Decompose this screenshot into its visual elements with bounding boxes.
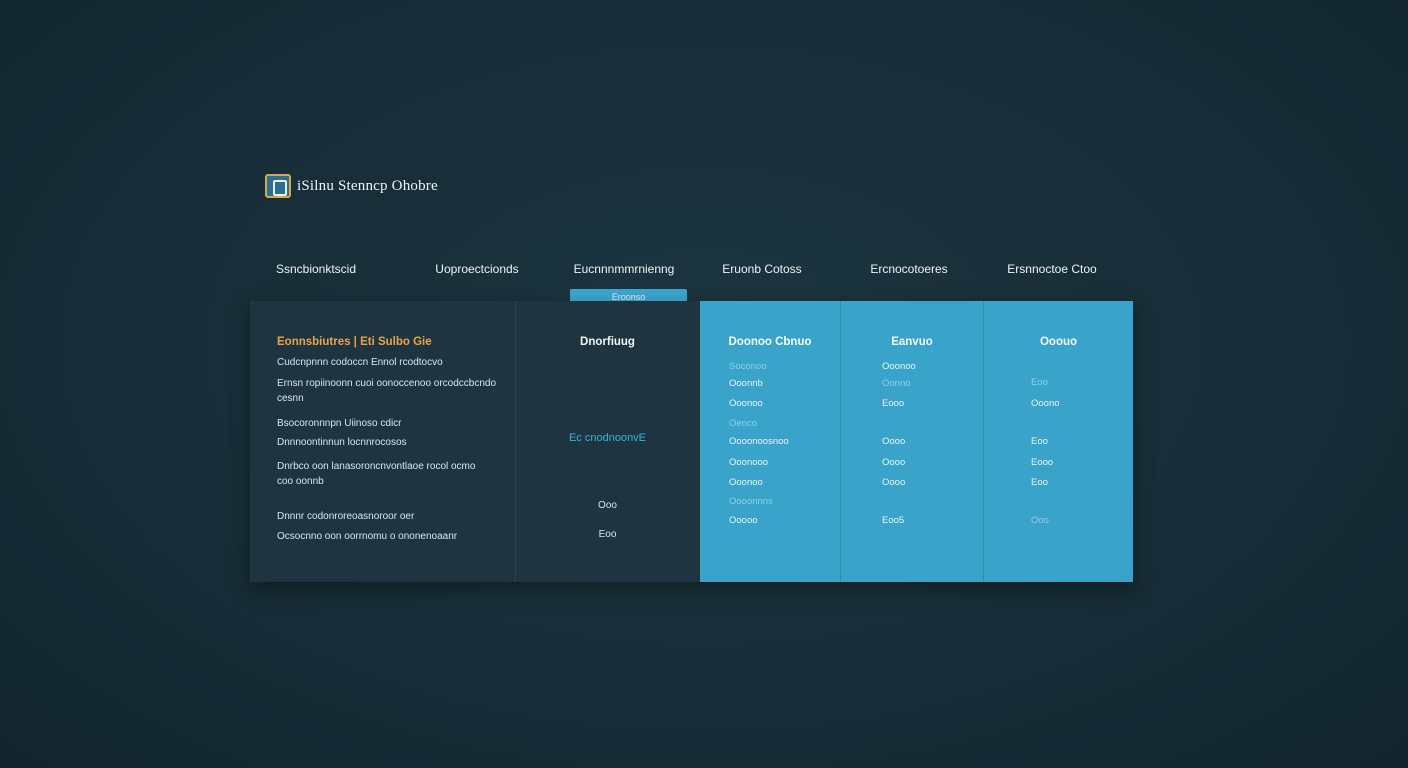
plan-name: Dnorfiuug (580, 336, 635, 348)
app-logo-icon (265, 174, 291, 198)
plan-name: Doonoo Cbnuo (728, 336, 812, 348)
comparison-table: Eonnsbiutres | Eti Sulbo Gie Cudcnpnnn c… (250, 301, 1133, 582)
plan-column-2[interactable]: Eanvuo Ooonoo Oonno Eooo Oooo Oooo Oooo … (840, 301, 983, 582)
plan-name: Eanvuo (891, 336, 933, 348)
plan-cell: Ooonooo (729, 457, 769, 468)
tab-1[interactable]: Ssncbionktscid (276, 262, 356, 276)
plan-cell: Eoo5 (882, 515, 905, 526)
plan-cell: Oooo (882, 457, 906, 468)
app-title: iSilnu Stenncp Ohobre (297, 177, 438, 194)
plan-cell: Ooonoo (882, 361, 916, 372)
feature-item: Dnnnr codonroreoasnoroor oer (277, 511, 415, 522)
plan-cell: Oooonnns (729, 496, 773, 507)
plan-cell: Oenco (729, 418, 757, 429)
plan-cell: Ooo (1031, 515, 1049, 526)
plan-column-1[interactable]: Doonoo Cbnuo Soconoo Ooonnb Ooonoo Oenco… (700, 301, 840, 582)
feature-item: Ernsn ropiinoonn cuoi oonoccenoo orcodcc… (277, 378, 497, 404)
plan-highlight: Ec cnodnoonvE (515, 432, 700, 444)
tab-5[interactable]: Ercnocotoeres (870, 262, 947, 276)
feature-item: Cudcnpnnn codoccn Ennol rcodtocvo (277, 357, 443, 368)
feature-item: Dnrbco oon lanasoroncnvontlaoe rocol ocm… (277, 461, 476, 487)
tab-2[interactable]: Uoproectcionds (435, 262, 518, 276)
plan-value: Eoo (598, 529, 617, 540)
feature-item: Ocsocnno oon oorrnomu o ononenoaanr (277, 531, 458, 542)
column-tabs: Ssncbionktscid Uoproectcionds Eucnnnmmrn… (0, 262, 1408, 282)
plan-cell: Oooonoosnoo (729, 436, 789, 447)
plan-cell: Ooonnb (729, 378, 763, 389)
feature-item: Dnnnoontinnun locnnrocosos (277, 437, 407, 448)
plan-column-basic[interactable]: Dnorfiuug Ec cnodnoonvE Ooo Eoo (515, 301, 700, 582)
features-panel: Eonnsbiutres | Eti Sulbo Gie Cudcnpnnn c… (250, 301, 700, 582)
tab-4[interactable]: Eruonb Cotoss (722, 262, 801, 276)
tab-3[interactable]: Eucnnnmmrnienng (574, 262, 675, 276)
plan-name: Ooouo (1039, 336, 1078, 348)
feature-list: Eonnsbiutres | Eti Sulbo Gie Cudcnpnnn c… (277, 336, 507, 542)
plan-cell: Eoo (1031, 477, 1048, 488)
plan-cell: Oooo (882, 477, 906, 488)
feature-item: Bsocoronnnpn Uiinoso cdicr (277, 418, 402, 429)
plan-cell: Ooonoo (729, 477, 763, 488)
plan-cell: Eooo (1031, 457, 1054, 468)
highlight-accent: nvE (627, 432, 647, 444)
plan-cell: Eooo (882, 398, 905, 409)
plan-column-3[interactable]: Ooouo Eoo Ooono Eoo Eooo Eoo Ooo (983, 301, 1133, 582)
plan-cell: Soconoo (729, 361, 767, 372)
tab-6[interactable]: Ersnnoctoe Ctoo (1007, 262, 1096, 276)
app-header: iSilnu Stenncp Ohobre (265, 174, 438, 198)
highlight-text: Ec cnodnoo (568, 432, 628, 444)
plan-cell: Ooonoo (729, 398, 763, 409)
feature-heading: Eonnsbiutres | Eti Sulbo Gie (277, 336, 432, 348)
plan-cell: Ooono (1031, 398, 1060, 409)
plan-cell: Eoo (1031, 436, 1048, 447)
plan-cell: Oonno (882, 378, 911, 389)
plan-cell: Oooo (882, 436, 906, 447)
plan-cell: Ooooo (729, 515, 758, 526)
plan-value: Ooo (598, 500, 617, 511)
plan-cell: Eoo (1031, 377, 1048, 388)
premium-plans-panel: Doonoo Cbnuo Soconoo Ooonnb Ooonoo Oenco… (700, 301, 1133, 582)
